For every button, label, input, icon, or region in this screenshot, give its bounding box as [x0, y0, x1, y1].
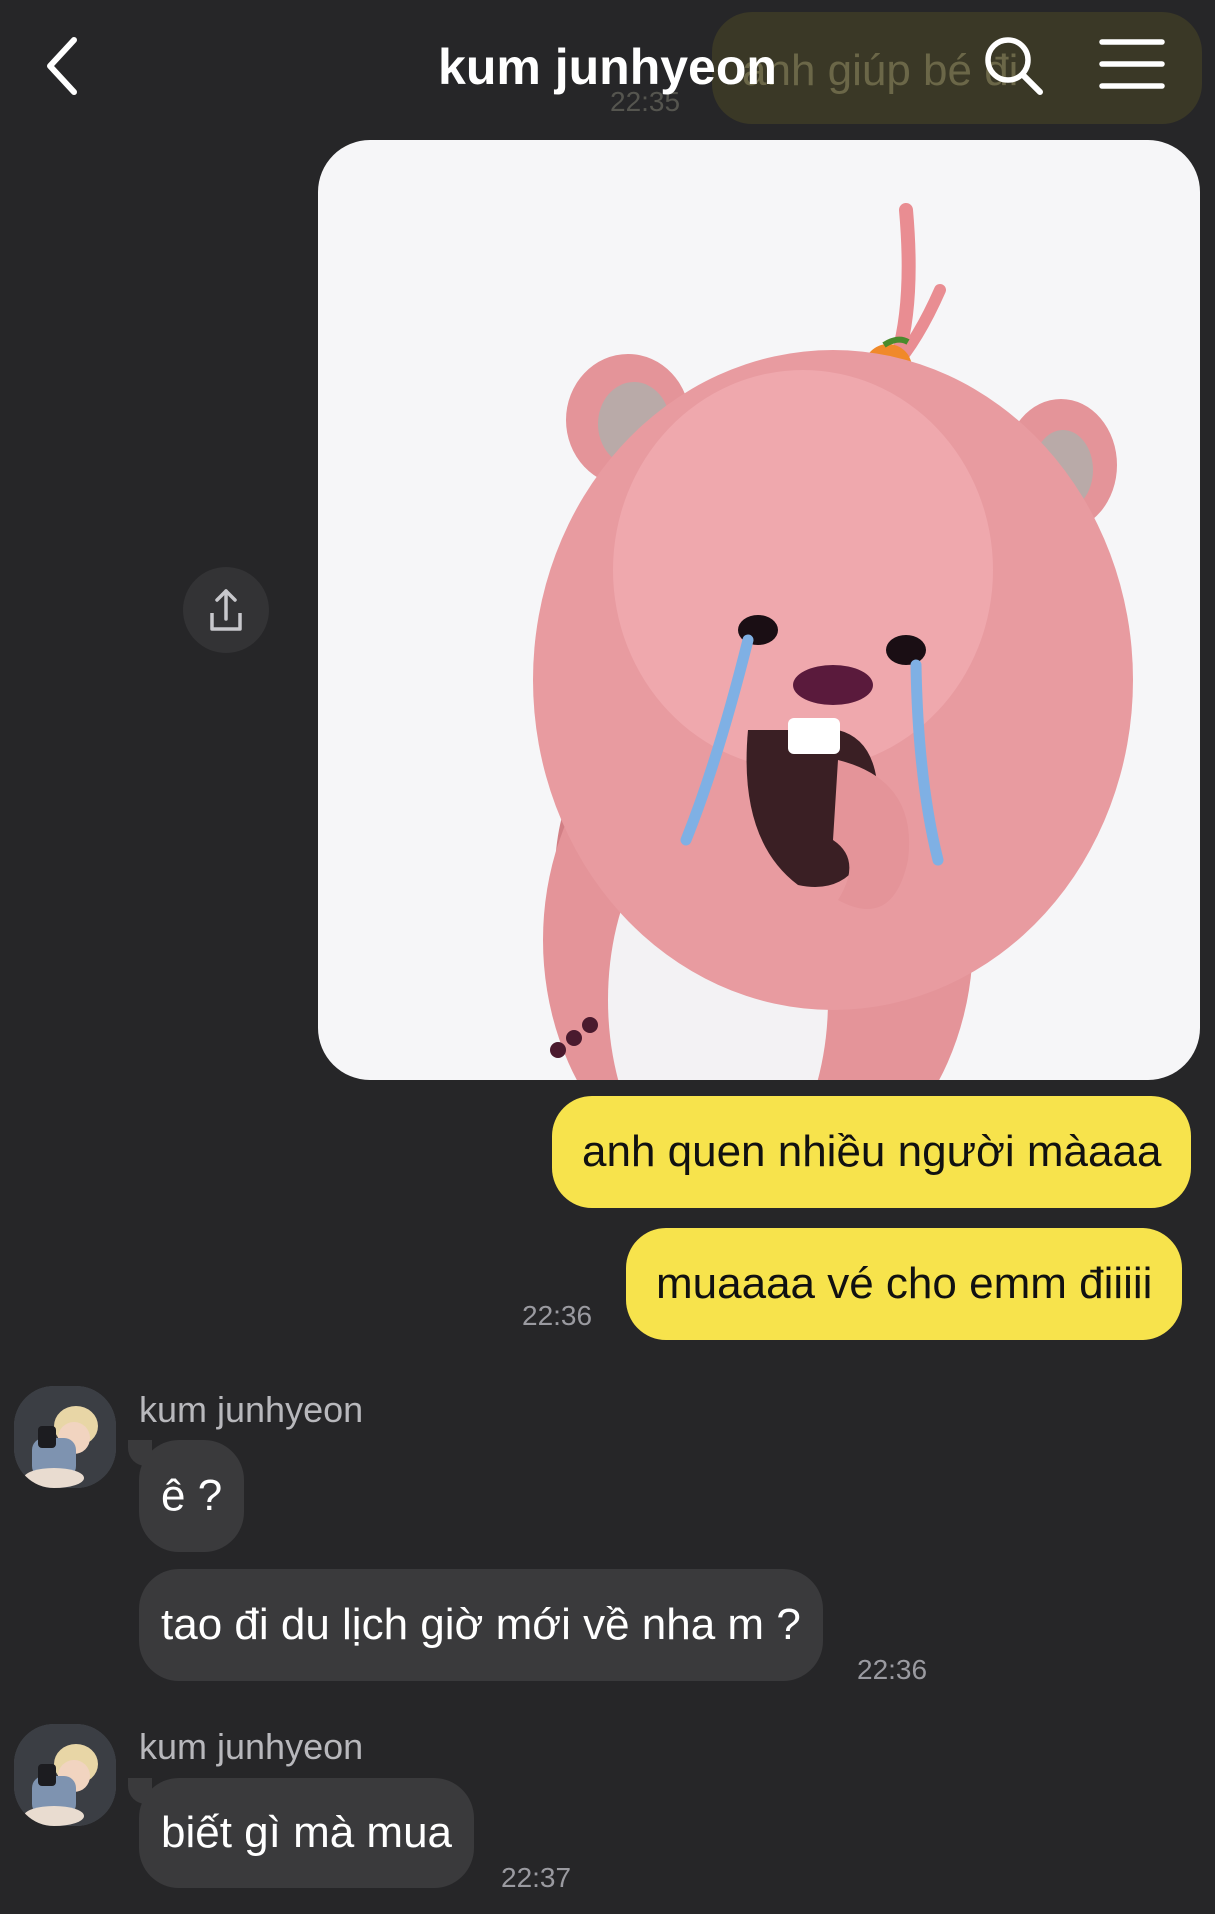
share-icon	[210, 589, 242, 631]
sender-name: kum junhyeon	[139, 1389, 364, 1430]
back-button[interactable]	[30, 26, 100, 106]
pink-beaver-crying-sticker	[533, 203, 1133, 1080]
sender-name: kum junhyeon	[139, 1726, 364, 1767]
menu-button[interactable]	[1098, 34, 1166, 94]
message-text: anh quen nhiều người màaaa	[582, 1127, 1162, 1176]
outgoing-message[interactable]: muaaaa vé cho emm điiiii	[626, 1228, 1183, 1340]
profile-photo-icon	[14, 1386, 116, 1488]
menu-icon	[1099, 39, 1165, 89]
incoming-message[interactable]: ê ?	[139, 1440, 245, 1552]
incoming-message[interactable]: tao đi du lịch giờ mới về nha m ?	[139, 1569, 823, 1681]
chevron-left-icon	[47, 37, 77, 95]
share-button[interactable]	[183, 567, 269, 653]
incoming-message[interactable]: biết gì mà mua	[139, 1778, 475, 1888]
message-time: 22:36	[857, 1654, 928, 1685]
message-text: muaaaa vé cho emm điiiii	[656, 1259, 1153, 1308]
sticker-image[interactable]	[318, 140, 1200, 1080]
outgoing-message[interactable]: anh quen nhiều người màaaa	[552, 1096, 1192, 1208]
avatar[interactable]	[14, 1386, 116, 1488]
message-time: 22:36	[522, 1300, 593, 1331]
header-bar: kum junhyeon	[0, 0, 1215, 130]
avatar[interactable]	[14, 1724, 116, 1826]
message-text: tao đi du lịch giờ mới về nha m ?	[161, 1600, 801, 1649]
message-text: ê ?	[161, 1471, 223, 1520]
message-time: 22:37	[501, 1862, 572, 1893]
search-button[interactable]	[978, 30, 1048, 100]
profile-photo-icon	[14, 1724, 116, 1826]
search-icon	[985, 37, 1043, 95]
message-text: biết gì mà mua	[161, 1808, 453, 1857]
